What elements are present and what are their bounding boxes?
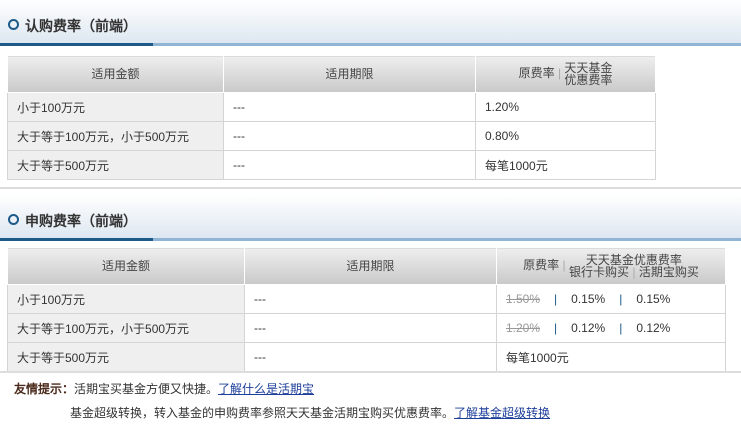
- amount: 小于100万元: [7, 92, 224, 122]
- table-row: 小于100万元 --- 1.50% | 0.15% | 0.15%: [7, 284, 726, 314]
- subscription-section-header: 认购费率（前端）: [0, 0, 741, 46]
- divider: [0, 187, 741, 189]
- period: ---: [244, 313, 497, 343]
- amount: 大于等于500万元: [7, 150, 224, 180]
- col-rate: 原费率 | 天天基金 优惠费率: [475, 55, 656, 93]
- tip-line-1: 友情提示：活期宝买基金方便又快捷。了解什么是活期宝: [14, 380, 314, 397]
- table-row: 大于等于100万元，小于500万元 --- 0.80%: [7, 121, 656, 151]
- orig-rate-label: 原费率: [518, 66, 555, 81]
- bank-label: 银行卡购买: [568, 265, 629, 279]
- purchase-section-header: 申购费率（前端）: [0, 195, 741, 241]
- hqb-rate: 0.15%: [636, 292, 671, 306]
- table-row: 大于等于100万元，小于500万元 --- 1.20% | 0.12% | 0.12%: [7, 313, 726, 343]
- rate: 1.20%: [475, 92, 656, 122]
- rates: 1.50% | 0.15% | 0.15%: [496, 284, 726, 314]
- orig-rate: 1.20%: [506, 321, 541, 335]
- amount: 大于等于500万元: [7, 342, 245, 372]
- section-title: 认购费率（前端）: [25, 18, 137, 34]
- circle-icon: [8, 214, 19, 225]
- table-row: 大于等于500万元 --- 每笔1000元: [7, 342, 726, 372]
- rate: 每笔1000元: [496, 342, 726, 372]
- period: ---: [223, 150, 476, 180]
- hqb-label: 活期宝购买: [638, 265, 699, 279]
- bank-rate: 0.15%: [571, 292, 606, 306]
- rate: 每笔1000元: [475, 150, 656, 180]
- divider: [0, 371, 741, 373]
- amount: 大于等于100万元，小于500万元: [7, 313, 245, 343]
- col-amount: 适用金额: [7, 247, 245, 285]
- period: ---: [223, 121, 476, 151]
- orig-rate: 1.50%: [506, 292, 541, 306]
- rate: 0.80%: [475, 121, 656, 151]
- table-row: 大于等于500万元 --- 每笔1000元: [7, 150, 656, 180]
- learn-hqb-link[interactable]: 了解什么是活期宝: [218, 382, 314, 396]
- rates: 1.20% | 0.12% | 0.12%: [496, 313, 726, 343]
- purchase-fee-table: 适用金额 适用期限 原费率 | 天天基金优惠费率 银行卡购买 | 活期宝购买 小于…: [7, 247, 726, 372]
- period: ---: [244, 284, 497, 314]
- bank-rate: 0.12%: [571, 321, 606, 335]
- tip-text: 活期宝买基金方便又快捷。: [74, 382, 219, 396]
- section-title: 申购费率（前端）: [25, 213, 137, 229]
- orig-rate-label: 原费率: [523, 258, 560, 273]
- disc-label-2: 优惠费率: [564, 73, 613, 87]
- amount: 小于100万元: [7, 284, 245, 314]
- tip-text: 基金超级转换，转入基金的申购费率参照天天基金活期宝购买优惠费率。: [70, 406, 455, 420]
- col-amount: 适用金额: [7, 55, 224, 93]
- table-row: 小于100万元 --- 1.20%: [7, 92, 656, 122]
- subscription-fee-table: 适用金额 适用期限 原费率 | 天天基金 优惠费率 小于100万元 --- 1.20%…: [7, 55, 656, 180]
- learn-conversion-link[interactable]: 了解基金超级转换: [454, 406, 550, 420]
- tip-line-2: 基金超级转换，转入基金的申购费率参照天天基金活期宝购买优惠费率。了解基金超级转换: [70, 404, 550, 421]
- col-period: 适用期限: [244, 247, 497, 285]
- tip-label: 友情提示：: [14, 382, 75, 396]
- period: ---: [244, 342, 497, 372]
- col-period: 适用期限: [223, 55, 476, 93]
- col-rate: 原费率 | 天天基金优惠费率 银行卡购买 | 活期宝购买: [496, 247, 726, 285]
- hqb-rate: 0.12%: [636, 321, 671, 335]
- period: ---: [223, 92, 476, 122]
- amount: 大于等于100万元，小于500万元: [7, 121, 224, 151]
- circle-icon: [8, 19, 19, 30]
